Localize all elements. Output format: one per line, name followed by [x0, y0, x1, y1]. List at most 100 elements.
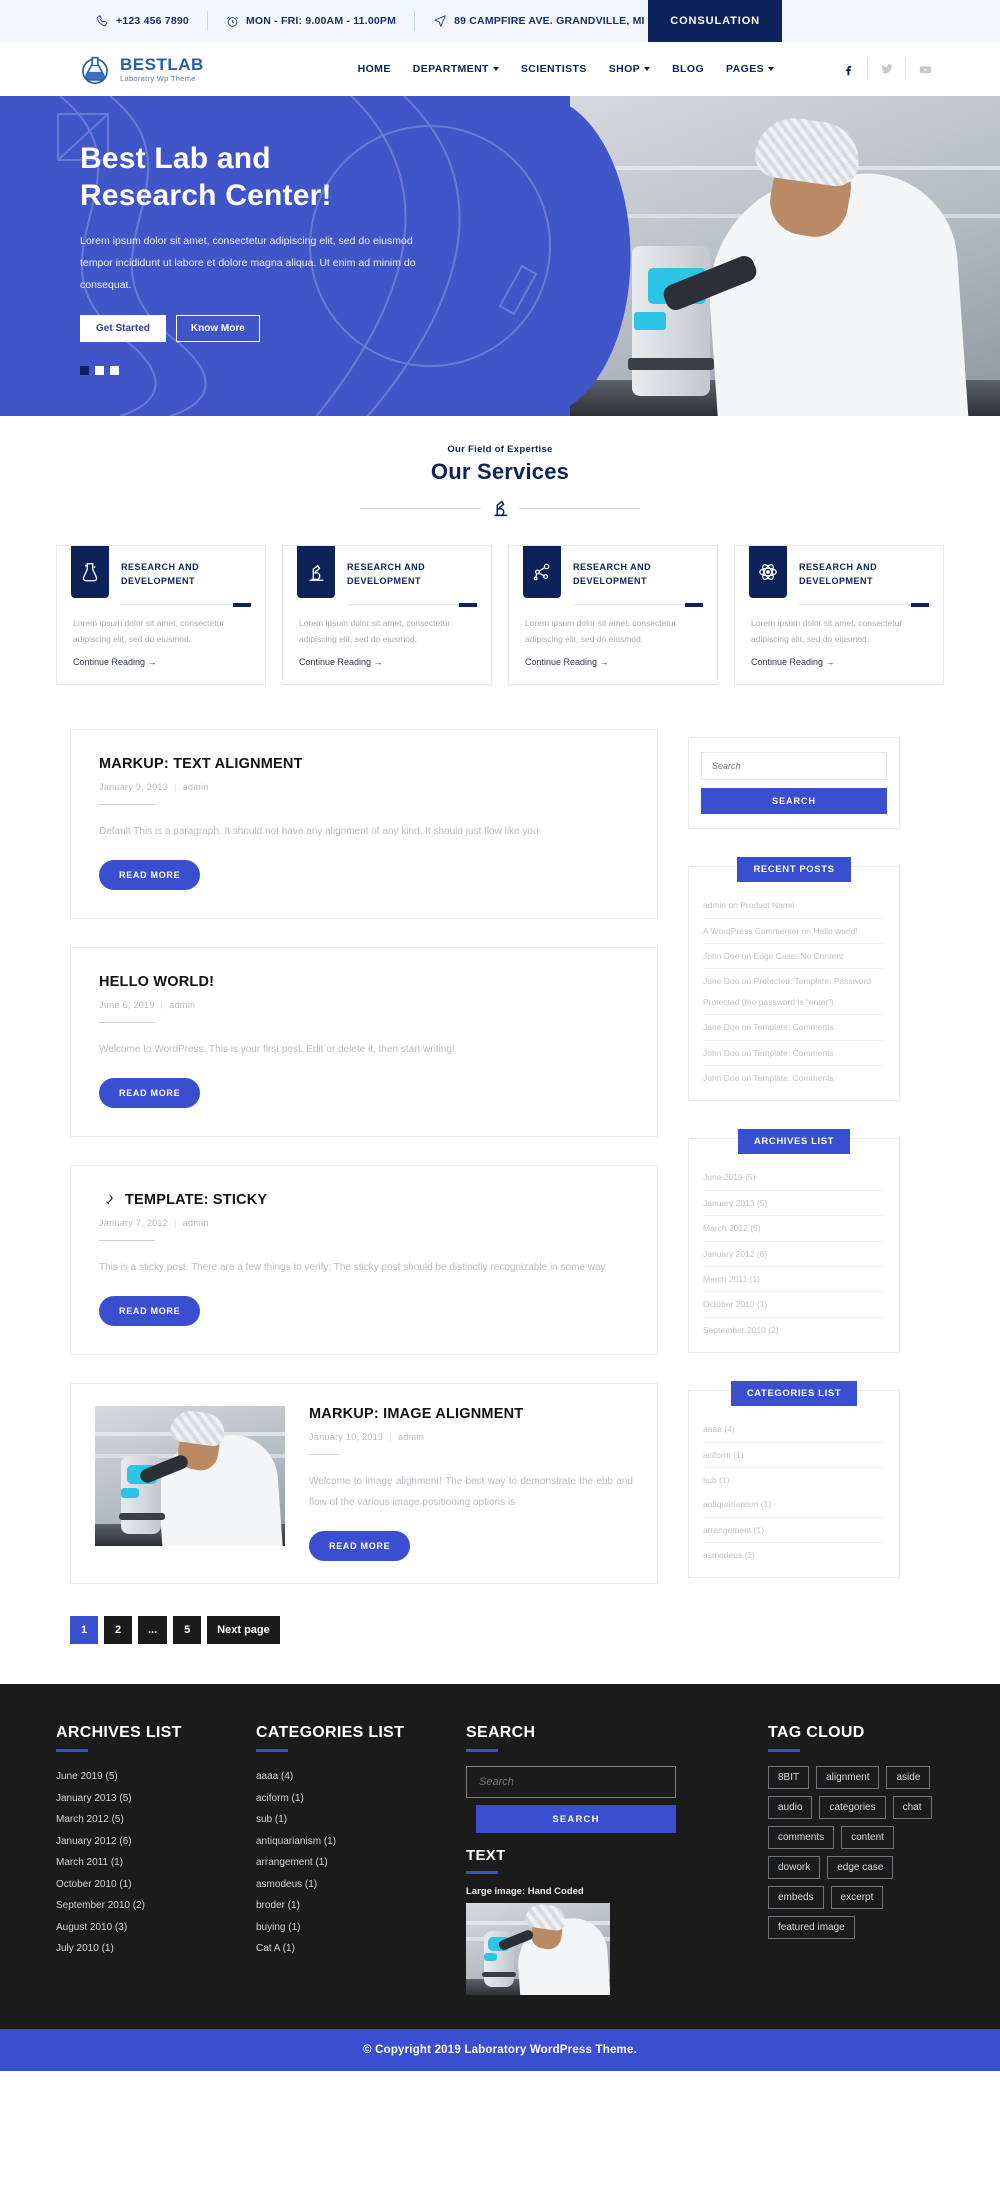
list-item[interactable]: March 2011 (1): [56, 1852, 246, 1874]
tag-item[interactable]: alignment: [816, 1766, 880, 1790]
continue-reading-link[interactable]: Continue Reading →: [735, 647, 851, 667]
list-item[interactable]: Cat A (1): [256, 1938, 456, 1960]
nav-item-home[interactable]: HOME: [358, 63, 391, 75]
slider-dot-3[interactable]: [110, 365, 119, 375]
topbar-hours[interactable]: MON - FRI: 9.00AM - 11.00PM: [208, 11, 416, 31]
topbar-phone[interactable]: +123 456 7890: [78, 11, 208, 31]
tag-item[interactable]: embeds: [768, 1886, 824, 1910]
list-item[interactable]: sub (1): [703, 1468, 885, 1492]
nav-item-shop[interactable]: SHOP: [609, 63, 651, 75]
tag-item[interactable]: categories: [819, 1796, 886, 1820]
list-item[interactable]: aaaa (4): [256, 1766, 456, 1788]
page-root: +123 456 7890 MON - FRI: 9.00AM - 11.00P…: [0, 0, 1000, 2072]
list-item[interactable]: January 2013 (5): [703, 1191, 885, 1217]
list-item[interactable]: antiquarianism (1): [703, 1492, 885, 1518]
list-item[interactable]: aciform (1): [703, 1443, 885, 1468]
tag-item[interactable]: featured image: [768, 1916, 855, 1940]
list-item[interactable]: October 2010 (1): [56, 1874, 246, 1896]
site-logo[interactable]: BESTLAB Laboratry Wp Theme: [78, 52, 204, 86]
read-more-button[interactable]: READ MORE: [309, 1531, 411, 1562]
consultation-button[interactable]: CONSULATION: [648, 0, 782, 42]
list-item[interactable]: September 2010 (2): [703, 1318, 885, 1342]
list-item[interactable]: Jane Doe on Template: Comments: [703, 1015, 885, 1041]
footer-tagcloud-widget: TAG CLOUD 8BIT alignment aside audio cat…: [746, 1724, 944, 1995]
list-item[interactable]: March 2012 (5): [56, 1809, 246, 1831]
list-item[interactable]: September 2010 (2): [56, 1895, 246, 1917]
tag-item[interactable]: 8BIT: [768, 1766, 810, 1790]
page-2-button[interactable]: 2: [104, 1616, 132, 1645]
list-item[interactable]: A WordPress Commenter on Hello world!: [703, 919, 885, 945]
list-item[interactable]: arrangement (1): [256, 1852, 456, 1874]
post-meta: January 9, 2013 | admin: [99, 782, 209, 793]
list-item[interactable]: John Doe on Template: Comments: [703, 1041, 885, 1067]
read-more-button[interactable]: READ MORE: [99, 1078, 201, 1109]
page-1-button[interactable]: 1: [70, 1616, 98, 1645]
nav-item-blog[interactable]: BLOG: [672, 63, 704, 75]
slider-dot-2[interactable]: [95, 365, 104, 375]
location-arrow-icon: [434, 15, 446, 27]
list-item[interactable]: January 2012 (6): [703, 1242, 885, 1267]
nav-item-scientists[interactable]: SCIENTISTS: [521, 63, 587, 75]
post-date: January 10, 2013: [309, 1432, 384, 1443]
list-item[interactable]: buying (1): [256, 1917, 456, 1939]
list-item[interactable]: arrangement (1): [703, 1518, 885, 1544]
list-item[interactable]: John Doe on Template: Comments: [703, 1066, 885, 1090]
list-item[interactable]: January 2012 (6): [56, 1831, 246, 1853]
next-page-button[interactable]: Next page: [207, 1616, 280, 1645]
youtube-link[interactable]: [906, 58, 944, 80]
service-card[interactable]: RESEARCH AND DEVELOPMENT Lorem ipsum dol…: [508, 545, 718, 686]
list-item[interactable]: broder (1): [256, 1895, 456, 1917]
tag-item[interactable]: aside: [886, 1766, 931, 1790]
post-title[interactable]: HELLO WORLD!: [99, 974, 629, 990]
tag-item[interactable]: edge case: [827, 1856, 894, 1880]
get-started-button[interactable]: Get Started: [80, 314, 166, 342]
list-item[interactable]: antiquarianism (1): [256, 1831, 456, 1853]
know-more-button[interactable]: Know More: [175, 314, 260, 342]
list-item[interactable]: asmodeus (1): [703, 1543, 885, 1567]
list-item[interactable]: January 2013 (5): [56, 1788, 246, 1810]
service-card[interactable]: RESEARCH AND DEVELOPMENT Lorem ipsum dol…: [734, 545, 944, 686]
post-title[interactable]: MARKUP: TEXT ALIGNMENT: [99, 756, 629, 772]
search-button[interactable]: SEARCH: [701, 788, 887, 815]
list-item[interactable]: aaaa (4): [703, 1417, 885, 1443]
post-thumbnail[interactable]: [95, 1406, 285, 1547]
tag-item[interactable]: audio: [768, 1796, 813, 1820]
continue-reading-link[interactable]: Continue Reading →: [283, 647, 399, 667]
search-input[interactable]: [701, 752, 887, 781]
facebook-link[interactable]: [830, 58, 868, 80]
tag-item[interactable]: dowork: [768, 1856, 821, 1880]
twitter-link[interactable]: [868, 58, 906, 80]
slider-dot-1[interactable]: [80, 365, 89, 375]
read-more-button[interactable]: READ MORE: [99, 1296, 201, 1327]
list-item[interactable]: June 2019 (5): [703, 1165, 885, 1191]
continue-reading-link[interactable]: Continue Reading →: [509, 647, 625, 667]
post-title[interactable]: MARKUP: IMAGE ALIGNMENT: [309, 1406, 633, 1422]
nav-item-pages[interactable]: PAGES: [726, 63, 774, 75]
list-item[interactable]: March 2011 (1): [703, 1267, 885, 1293]
list-item[interactable]: sub (1): [256, 1809, 456, 1831]
list-item[interactable]: asmodeus (1): [256, 1874, 456, 1896]
continue-reading-link[interactable]: Continue Reading →: [57, 647, 173, 667]
list-item[interactable]: aciform (1): [256, 1788, 456, 1810]
footer-search-input[interactable]: [466, 1766, 676, 1799]
list-item[interactable]: John Doe on Edge Case: No Content: [703, 944, 885, 970]
nav-item-department[interactable]: DEPARTMENT: [413, 63, 499, 75]
list-item[interactable]: June 2019 (5): [56, 1766, 246, 1788]
read-more-button[interactable]: READ MORE: [99, 860, 201, 891]
tag-item[interactable]: comments: [768, 1826, 835, 1850]
tag-item[interactable]: content: [841, 1826, 894, 1850]
list-item[interactable]: admin on Product Name: [703, 893, 885, 919]
service-card[interactable]: RESEARCH AND DEVELOPMENT Lorem ipsum dol…: [56, 545, 266, 686]
footer-search-button[interactable]: SEARCH: [476, 1805, 676, 1834]
page-5-button[interactable]: 5: [173, 1616, 202, 1645]
tag-item[interactable]: excerpt: [830, 1886, 884, 1910]
list-item[interactable]: August 2010 (3): [56, 1917, 246, 1939]
tag-item[interactable]: chat: [892, 1796, 932, 1820]
post-title[interactable]: TEMPLATE: STICKY: [125, 1192, 267, 1208]
service-card-rule: [573, 602, 703, 607]
service-card[interactable]: RESEARCH AND DEVELOPMENT Lorem ipsum dol…: [282, 545, 492, 686]
list-item[interactable]: March 2012 (5): [703, 1216, 885, 1242]
list-item[interactable]: Jane Doe on Protected: Template: Passwor…: [703, 969, 885, 1016]
list-item[interactable]: October 2010 (1): [703, 1292, 885, 1318]
list-item[interactable]: July 2010 (1): [56, 1938, 246, 1960]
